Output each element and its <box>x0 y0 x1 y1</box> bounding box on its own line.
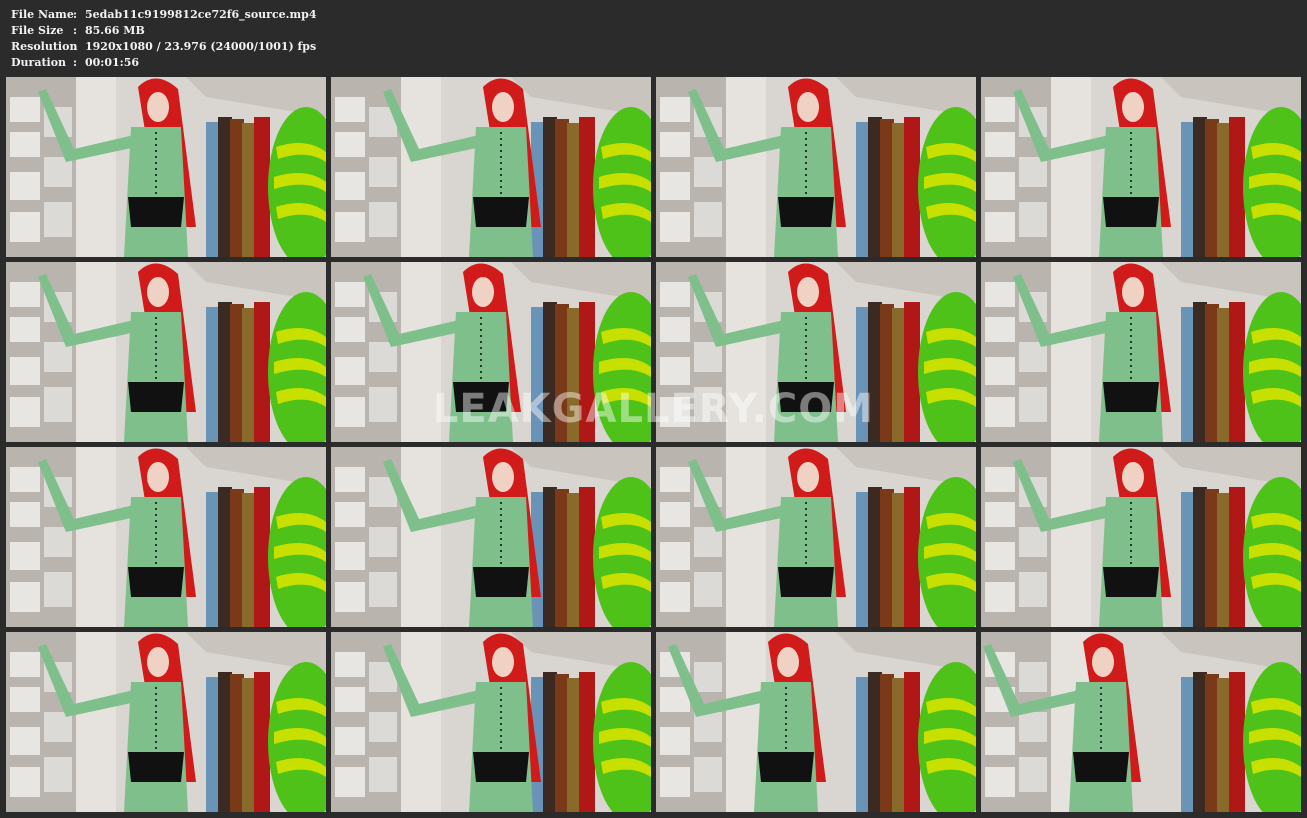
video-frame-thumbnail <box>331 447 651 627</box>
video-frame-thumbnail <box>656 77 976 257</box>
video-frame-thumbnail <box>331 77 651 257</box>
file-name-value: 5edab11c9199812ce72f6_source.mp4 <box>85 8 317 21</box>
video-frame-thumbnail <box>656 632 976 812</box>
separator: : <box>73 24 78 37</box>
thumbnail-grid <box>6 77 1301 812</box>
video-frame-thumbnail <box>331 262 651 442</box>
resolution-value: 1920x1080 / 23.976 (24000/1001) fps <box>85 40 317 53</box>
separator: : <box>73 8 78 21</box>
video-frame-thumbnail <box>981 632 1301 812</box>
file-info-header: File Name : 5edab11c9199812ce72f6_source… <box>11 7 316 71</box>
file-size-row: File Size : 85.66 MB <box>11 23 316 39</box>
resolution-label: Resolution <box>11 40 78 53</box>
resolution-row: Resolution : 1920x1080 / 23.976 (24000/1… <box>11 39 316 55</box>
video-frame-thumbnail <box>981 262 1301 442</box>
video-frame-thumbnail <box>656 262 976 442</box>
file-size-label: File Size <box>11 24 64 37</box>
video-frame-thumbnail <box>981 77 1301 257</box>
contact-sheet: File Name : 5edab11c9199812ce72f6_source… <box>0 0 1307 818</box>
video-frame-thumbnail <box>331 632 651 812</box>
separator: : <box>73 40 78 53</box>
file-name-label: File Name <box>11 8 74 21</box>
video-frame-thumbnail <box>981 447 1301 627</box>
duration-label: Duration <box>11 56 67 69</box>
duration-value: 00:01:56 <box>85 56 140 69</box>
duration-row: Duration : 00:01:56 <box>11 55 316 71</box>
file-size-value: 85.66 MB <box>85 24 145 37</box>
video-frame-thumbnail <box>6 262 326 442</box>
video-frame-thumbnail <box>6 447 326 627</box>
video-frame-thumbnail <box>656 447 976 627</box>
file-name-row: File Name : 5edab11c9199812ce72f6_source… <box>11 7 316 23</box>
video-frame-thumbnail <box>6 632 326 812</box>
video-frame-thumbnail <box>6 77 326 257</box>
separator: : <box>73 56 78 69</box>
